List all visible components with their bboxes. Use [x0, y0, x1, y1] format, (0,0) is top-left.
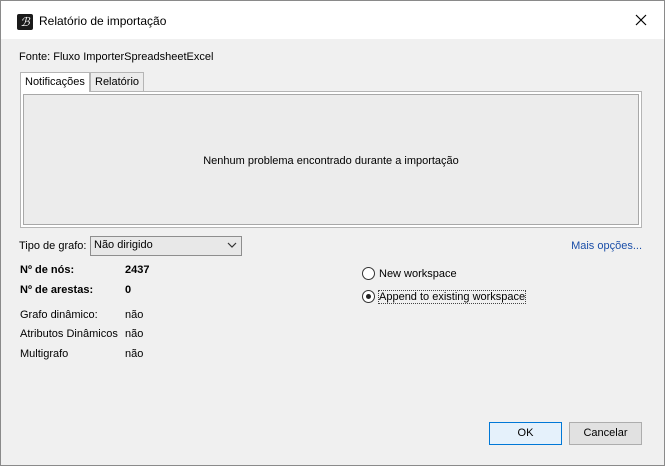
cancel-button[interactable]: Cancelar: [569, 422, 642, 445]
title-bar[interactable]: ℬ Relatório de importação: [1, 1, 664, 39]
notification-message: Nenhum problema encontrado durante a imp…: [203, 155, 459, 167]
append-workspace-radio[interactable]: [362, 290, 375, 303]
multigraph-value: não: [125, 348, 144, 360]
source-label: Fonte: Fluxo ImporterSpreadsheetExcel: [19, 51, 214, 63]
append-workspace-label[interactable]: Append to existing workspace: [377, 289, 527, 304]
new-workspace-radio[interactable]: [362, 267, 375, 280]
graph-type-label: Tipo de grafo:: [19, 240, 87, 252]
dynamic-attributes-value: não: [125, 328, 144, 340]
edges-value: 0: [125, 284, 132, 296]
graph-type-select[interactable]: Não dirigido: [90, 236, 242, 256]
import-report-dialog: ℬ Relatório de importação Fonte: Fluxo I…: [0, 0, 665, 466]
close-button[interactable]: [618, 1, 664, 39]
graph-type-value: Não dirigido: [94, 239, 153, 251]
edges-label: Nº de arestas:: [20, 284, 94, 296]
notifications-panel: Nenhum problema encontrado durante a imp…: [20, 91, 642, 228]
new-workspace-option[interactable]: New workspace: [362, 267, 457, 280]
dynamic-graph-value: não: [125, 309, 144, 321]
dynamic-attributes-label: Atributos Dinâmicos: [20, 328, 118, 340]
nodes-label: Nº de nós:: [20, 264, 75, 276]
append-workspace-option[interactable]: Append to existing workspace: [362, 289, 527, 304]
notifications-box: Nenhum problema encontrado durante a imp…: [23, 94, 639, 225]
chevron-down-icon: [227, 242, 237, 248]
multigraph-label: Multigrafo: [20, 348, 69, 360]
dynamic-graph-label: Grafo dinâmico:: [20, 309, 98, 321]
new-workspace-label[interactable]: New workspace: [379, 268, 457, 280]
app-icon: ℬ: [17, 14, 33, 30]
close-icon: [635, 14, 647, 26]
ok-button[interactable]: OK: [489, 422, 562, 445]
tab-report[interactable]: Relatório: [90, 72, 145, 91]
nodes-value: 2437: [125, 264, 150, 276]
tab-notifications[interactable]: Notificações: [20, 72, 90, 92]
window-title: Relatório de importação: [39, 14, 167, 28]
more-options-link[interactable]: Mais opções...: [571, 240, 642, 252]
